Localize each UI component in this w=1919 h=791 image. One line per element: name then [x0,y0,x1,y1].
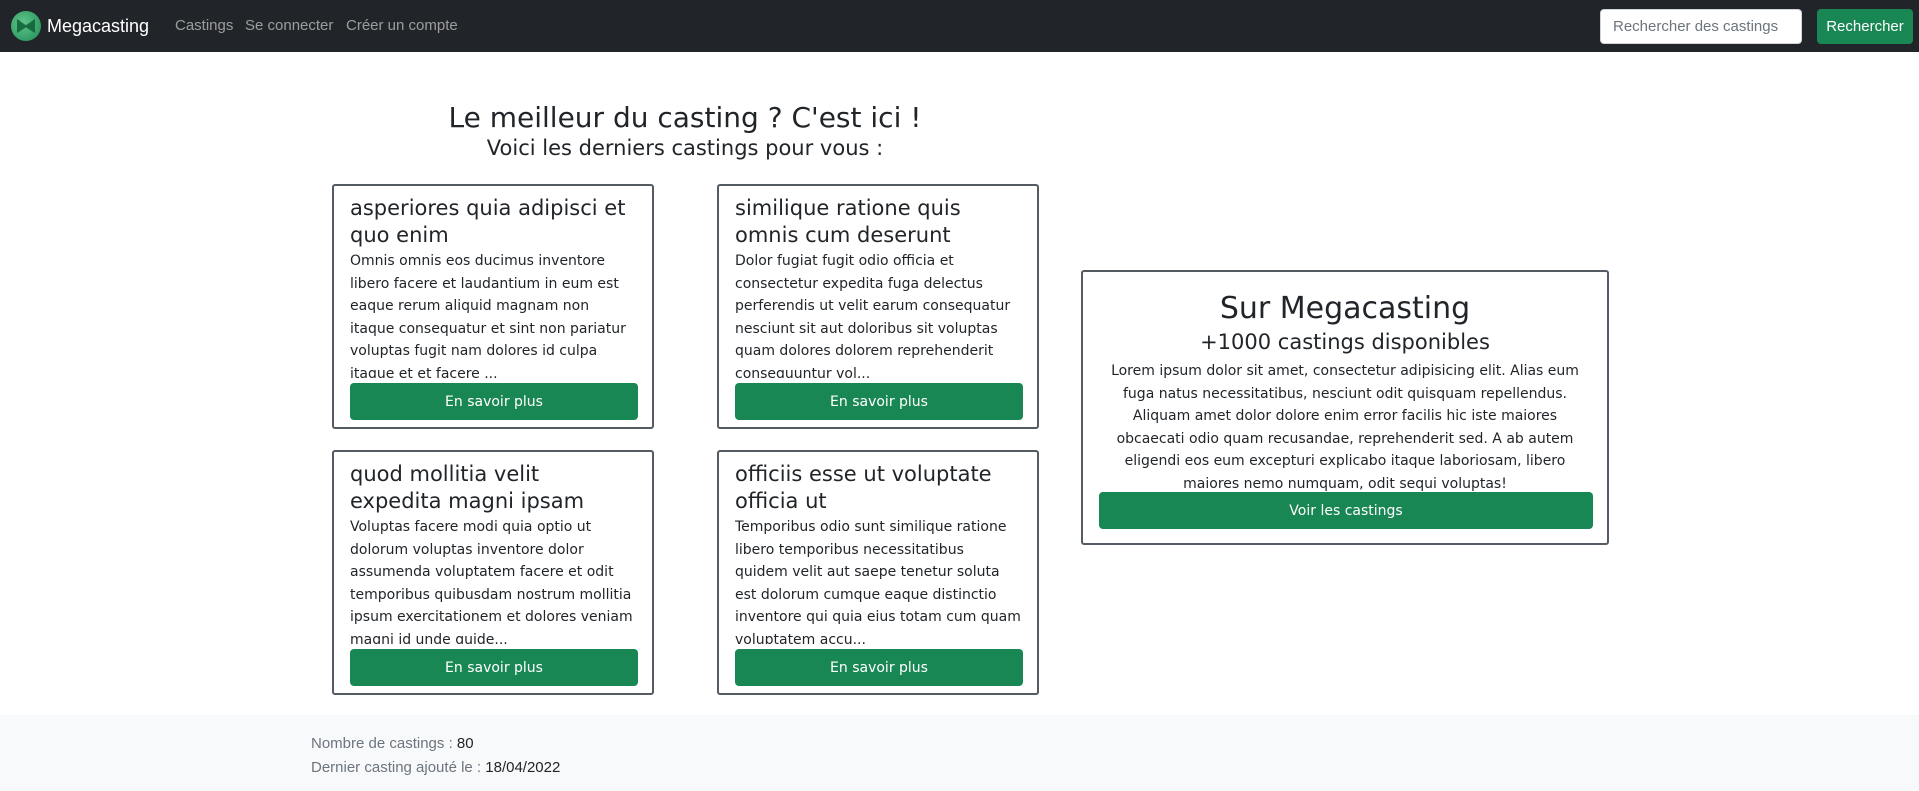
navbar: Megacasting Castings Se connecter Créer … [0,0,1919,52]
casting-details-button[interactable]: En savoir plus [735,649,1023,686]
page-subtitle: Voici les derniers castings pour vous : [486,136,884,160]
search-button[interactable]: Rechercher [1817,9,1913,44]
brand-link[interactable]: Megacasting [11,10,149,42]
casting-card: officiis esse ut voluptate officia ut Te… [717,450,1039,695]
nav-link-register[interactable]: Créer un compte [346,16,458,36]
casting-card-title: officiis esse ut voluptate officia ut [735,462,992,513]
casting-card-title: quod mollitia velit expedita magni ipsam [350,462,585,513]
megacasting-info-panel: Sur Megacasting +1000 castings disponibl… [1081,270,1609,545]
info-title: Sur Megacasting [1219,291,1471,326]
nav-link-castings[interactable]: Castings [175,16,233,36]
casting-details-button[interactable]: En savoir plus [350,649,638,686]
casting-details-button[interactable]: En savoir plus [350,383,638,420]
view-castings-button[interactable]: Voir les castings [1099,492,1593,529]
page-title: Le meilleur du casting ? C'est ici ! [448,101,922,134]
last-casting-value: 18/04/2022 [485,759,561,776]
casting-card: quod mollitia velit expedita magni ipsam… [332,450,654,695]
casting-card-text: Omnis omnis eos ducimus inventore libero… [350,253,626,378]
last-casting-date: Dernier casting ajouté le : 18/04/2022 [311,758,560,778]
megacasting-logo-icon [11,11,41,41]
casting-card: similique ratione quis omnis cum deserun… [717,184,1039,429]
footer: Nombre de castings : 80 Dernier casting … [0,715,1919,791]
search-input[interactable] [1600,9,1802,44]
casting-count-value: 80 [456,735,474,752]
casting-count-label: Nombre de castings : [311,735,457,752]
nav-link-login[interactable]: Se connecter [245,16,333,36]
last-casting-label: Dernier casting ajouté le : [311,759,486,776]
casting-card-text: Voluptas facere modi quia optio ut dolor… [350,519,633,644]
casting-card-text: Dolor fugiat fugit odio officia et conse… [735,253,1011,378]
casting-details-button[interactable]: En savoir plus [735,383,1023,420]
casting-card-title: asperiores quia adipisci et quo enim [350,196,626,247]
casting-card-text: Temporibus odio sunt similique ratione l… [735,519,1021,644]
brand-name: Megacasting [47,15,150,36]
info-text: Lorem ipsum dolor sit amet, consectetur … [1111,363,1579,492]
casting-card-title: similique ratione quis omnis cum deserun… [735,196,961,247]
casting-card: asperiores quia adipisci et quo enim Omn… [332,184,654,429]
info-subtitle: +1000 castings disponibles [1200,330,1490,354]
casting-count: Nombre de castings : 80 [311,734,474,754]
